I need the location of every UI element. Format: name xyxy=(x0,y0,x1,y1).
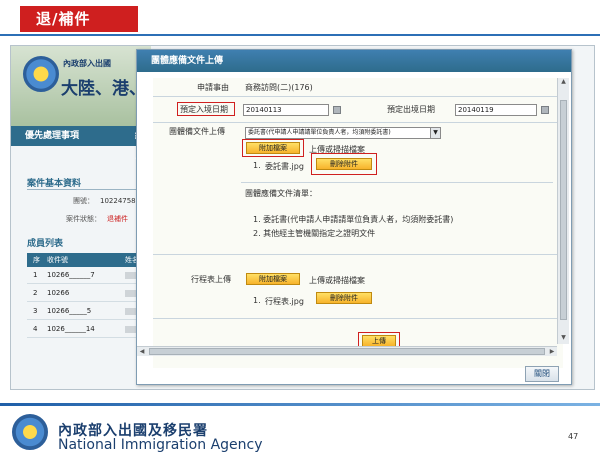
bg-region-text: 大陸、港、 xyxy=(61,79,146,99)
close-button[interactable]: 關閉 xyxy=(525,366,559,382)
row-receipt-id[interactable]: 10266______7 xyxy=(47,267,95,284)
reason-label: 申請事由 xyxy=(197,83,229,92)
table-row[interactable]: 3 10266_____5 xyxy=(27,303,151,320)
footer-divider xyxy=(0,403,600,406)
row-receipt-id[interactable]: 10266 xyxy=(47,285,69,302)
file2-name[interactable]: 行程表.jpg xyxy=(265,296,304,307)
itinerary-delete-button[interactable]: 刪除附件 xyxy=(316,292,372,304)
delete-attachment-button[interactable]: 刪除附件 xyxy=(316,158,372,170)
row-divider xyxy=(153,254,557,255)
row-divider xyxy=(153,96,557,97)
table-row[interactable]: 4 1026______14 xyxy=(27,321,151,338)
calendar-icon[interactable] xyxy=(541,106,549,114)
docs-upload-label: 團體備文件上傳 xyxy=(169,127,225,136)
row-divider xyxy=(153,318,557,319)
upload-dialog: 團體應備文件上傳 申請事由 商務訪問(二)(176) 預定入境日期 預定出境日期… xyxy=(136,49,572,385)
row-index: 4 xyxy=(33,325,38,333)
case-id-label: 團號： xyxy=(73,197,94,205)
doc-type-select[interactable]: 委託書(代申請人申請請單位負責人者，均須附委託書) ▼ xyxy=(245,127,441,139)
col-header-receipt: 收件號 xyxy=(47,256,68,264)
horizontal-scrollbar[interactable]: ◀ ▶ xyxy=(137,346,557,356)
case-id-field: 團號： 102247581 xyxy=(73,196,140,206)
row-divider xyxy=(241,182,553,183)
members-table-header: 序 收件號 姓名 xyxy=(27,253,151,267)
itinerary-attach-button[interactable]: 附加檔案 xyxy=(246,273,300,285)
row-receipt-id[interactable]: 1026______14 xyxy=(47,321,95,338)
doc-type-selected: 委託書(代申請人申請請單位負責人者，均須附委託書) xyxy=(248,129,391,136)
row-index: 2 xyxy=(33,289,38,297)
calendar-icon[interactable] xyxy=(333,106,341,114)
dialog-title: 團體應備文件上傳 xyxy=(137,50,571,72)
bg-app-header: 內政部入出國 大陸、港、 xyxy=(11,46,151,126)
itinerary-upload-or-scan-text: 上傳或掃描檔案 xyxy=(309,276,365,285)
scroll-up-icon[interactable]: ▲ xyxy=(558,78,569,88)
agency-seal-icon xyxy=(23,56,59,92)
attach-file-button[interactable]: 附加檔案 xyxy=(246,142,300,154)
case-status-label: 案件狀態： xyxy=(66,215,101,223)
required-item: 1. 委託書(代申請人申請請單位負責人者，均須附委託書) xyxy=(253,215,454,224)
exit-date-label: 預定出境日期 xyxy=(387,105,435,114)
bg-agency-name: 內政部入出國 xyxy=(63,59,111,68)
members-section-title: 成員列表 xyxy=(27,239,64,249)
entry-date-label: 預定入境日期 xyxy=(180,105,228,114)
page-number: 47 xyxy=(568,432,579,441)
slide-title: 退/補件 xyxy=(20,6,138,32)
chevron-down-icon: ▼ xyxy=(430,128,440,138)
row-divider xyxy=(153,122,557,123)
menu-item-priority[interactable]: 優先處理事項 xyxy=(11,126,79,146)
case-status-field: 案件狀態： 退補件 xyxy=(66,214,128,224)
entry-date-input[interactable] xyxy=(243,104,329,116)
agency-seal-icon xyxy=(12,414,48,450)
file2-index: 1. xyxy=(253,296,261,305)
required-list-title: 團體應備文件清單： xyxy=(245,189,317,198)
case-id-value: 102247581 xyxy=(100,197,141,205)
case-section-title: 案件基本資料 xyxy=(27,179,82,189)
scroll-left-icon[interactable]: ◀ xyxy=(137,347,147,356)
row-receipt-id[interactable]: 10266_____5 xyxy=(47,303,91,320)
row-index: 1 xyxy=(33,271,38,279)
scroll-thumb[interactable] xyxy=(560,100,567,320)
reason-value: 商務訪問(二)(176) xyxy=(245,83,313,92)
title-divider xyxy=(0,34,600,36)
required-item: 2. 其他經主管機關指定之證明文件 xyxy=(253,229,376,238)
table-row[interactable]: 2 10266 xyxy=(27,285,151,302)
file1-index: 1. xyxy=(253,161,261,170)
exit-date-input[interactable] xyxy=(455,104,537,116)
col-header-index: 序 xyxy=(33,256,40,264)
vertical-scrollbar[interactable]: ▲ ▼ xyxy=(557,78,569,344)
file1-name[interactable]: 委託書.jpg xyxy=(265,161,304,172)
scroll-right-icon[interactable]: ▶ xyxy=(547,347,557,356)
bg-menu-bar: 優先處理事項 線上 xyxy=(11,126,151,161)
case-status-value: 退補件 xyxy=(107,215,128,223)
case-section-divider xyxy=(27,189,147,190)
itinerary-upload-label: 行程表上傳 xyxy=(191,275,231,284)
scroll-down-icon[interactable]: ▼ xyxy=(558,334,569,344)
table-row[interactable]: 1 10266______7 xyxy=(27,267,151,284)
scroll-thumb[interactable] xyxy=(149,348,545,355)
row-index: 3 xyxy=(33,307,38,315)
dialog-body: 申請事由 商務訪問(二)(176) 預定入境日期 預定出境日期 團體備文件上傳 … xyxy=(153,78,563,368)
footer-agency-en: National Immigration Agency xyxy=(58,437,263,453)
